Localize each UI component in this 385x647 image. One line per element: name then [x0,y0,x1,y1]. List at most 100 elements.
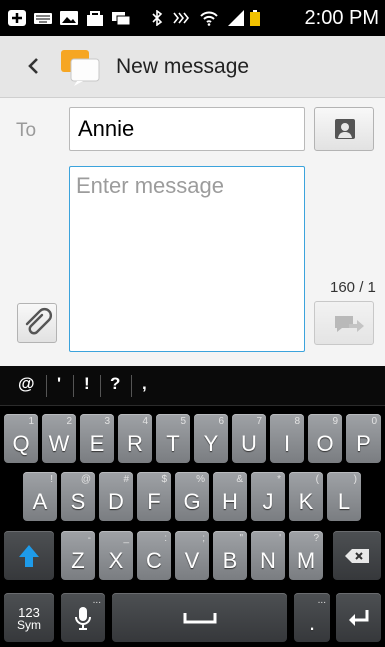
period-key[interactable]: ... . [294,593,330,642]
backspace-key[interactable] [333,531,381,580]
symbols-key-label: 123 Sym [4,606,54,632]
key-label: Y [203,431,219,456]
key-label: P [356,431,371,456]
wifi-icon [200,11,218,26]
key-label: E [89,431,105,456]
key-g[interactable]: % G [175,472,209,521]
key-hint: : [164,533,167,544]
keyboard-icon [34,13,52,24]
quick-symbol-key[interactable]: , [142,374,147,394]
key-i[interactable]: 8I [270,414,304,463]
enter-key[interactable] [336,593,381,642]
voice-input-key[interactable]: ... [61,593,105,642]
key-p[interactable]: 0P [346,414,381,463]
key-hint: 2 [66,416,72,427]
quick-symbol-key[interactable]: ! [84,374,90,394]
key-hint: @ [80,474,91,485]
bluetooth-icon [152,10,163,26]
key-h[interactable]: & H [213,472,247,521]
to-label: To [16,120,37,141]
key-l[interactable]: ) L [327,472,361,521]
key-hint: 9 [332,416,338,427]
key-label: H [222,489,238,514]
key-hint: 0 [371,416,377,427]
attach-button[interactable] [17,303,57,343]
key-hint: _ [123,533,129,544]
key-e[interactable]: 3E [80,414,114,463]
contact-picker-button[interactable] [314,107,374,151]
key-hint: ; [202,533,205,544]
key-hint: 6 [218,416,224,427]
messages-icon [112,12,130,26]
key-label: K [298,489,314,514]
key-w[interactable]: 2W [42,414,76,463]
key-hint: - [87,533,91,544]
message-input[interactable] [76,173,296,199]
key-label: X [108,548,124,573]
page-title: New message [116,55,250,78]
key-hint: % [196,474,205,485]
symbols-key[interactable]: 123 Sym [4,593,54,642]
key-hint: & [236,474,243,485]
key-label: F [147,489,161,514]
key-label: D [108,489,124,514]
space-bar-icon [183,612,216,623]
send-button[interactable] [314,301,374,345]
quick-symbol-key[interactable]: @ [18,374,35,394]
key-label: R [127,431,143,456]
key-z[interactable]: -Z [61,531,95,580]
recipient-field[interactable]: Annie [69,107,305,151]
key-y[interactable]: 6Y [194,414,228,463]
nfc-icon [173,12,190,24]
key-f[interactable]: $ F [137,472,171,521]
key-label: C [146,548,162,573]
key-x[interactable]: _ X [99,531,133,580]
key-hint: 1 [28,416,34,427]
key-j[interactable]: * J [251,472,285,521]
key-hint: $ [161,474,167,485]
key-u[interactable]: 7U [232,414,266,463]
contact-card-icon [335,119,355,139]
key-d[interactable]: # D [99,472,133,521]
key-label: W [48,431,70,456]
key-o[interactable]: 9O [308,414,342,463]
quick-symbol-key[interactable]: ? [110,374,120,394]
key-hint: 4 [142,416,148,427]
key-m[interactable]: ? M [289,531,323,580]
key-c[interactable]: :C [137,531,171,580]
backspace-icon [345,548,369,563]
key-a[interactable]: ! A [23,472,57,521]
key-hint: # [123,474,129,485]
key-b[interactable]: " B [213,531,247,580]
gallery-icon [60,11,78,25]
key-v[interactable]: ; V [175,531,209,580]
key-hint: ? [313,533,319,544]
key-n[interactable]: ' N [251,531,285,580]
microphone-icon [75,606,91,630]
send-message-icon [335,316,364,332]
chevron-left-icon[interactable] [24,52,44,80]
shift-key[interactable] [4,531,54,580]
recipient-chip[interactable]: Annie [78,116,134,142]
key-r[interactable]: 4R [118,414,152,463]
key-s[interactable]: @ S [61,472,95,521]
key-label: O [316,431,334,456]
key-hint: " [239,533,243,544]
key-k[interactable]: (K [289,472,323,521]
key-hint: ( [315,474,319,485]
char-counter: 160 / 1 [330,279,376,296]
divider [100,375,101,397]
key-hint: 8 [294,416,300,427]
key-t[interactable]: 5T [156,414,190,463]
key-label: I [283,431,291,456]
message-field[interactable] [69,166,305,352]
key-label: T [166,431,180,456]
space-key[interactable] [112,593,287,642]
key-q[interactable]: 1Q [4,414,38,463]
quick-symbol-key[interactable]: ' [57,374,61,394]
key-hint: 5 [180,416,186,427]
key-hint: 3 [104,416,110,427]
voice-key-hint: ... [92,595,101,606]
divider [131,375,132,397]
divider [73,375,74,397]
